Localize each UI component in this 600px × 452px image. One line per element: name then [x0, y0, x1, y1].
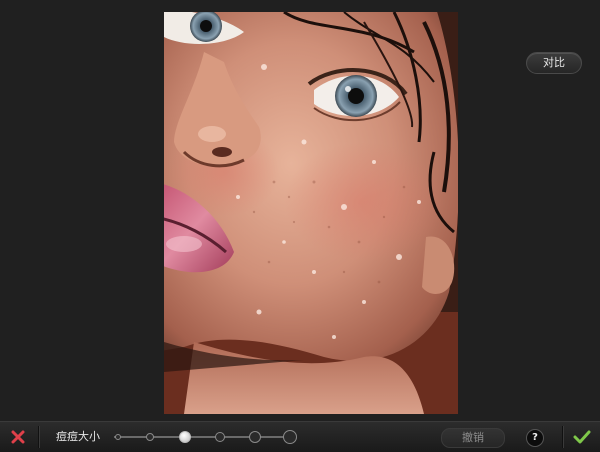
close-x-icon [11, 430, 25, 444]
brush-size-stop-2[interactable] [146, 433, 154, 441]
portrait-photo[interactable] [164, 12, 458, 414]
slider-track [114, 436, 294, 438]
blemish-size-label: 痘痘大小 [56, 430, 100, 443]
brush-size-stop-4[interactable] [215, 432, 225, 442]
bottom-toolbar: 痘痘大小 撤销 ? [0, 421, 600, 452]
compare-button[interactable]: 对比 [526, 52, 582, 74]
brush-size-stop-1[interactable] [115, 434, 121, 440]
brush-size-stop-3[interactable] [179, 431, 191, 443]
canvas-area: 对比 [0, 0, 600, 421]
help-button[interactable]: ? [526, 429, 544, 447]
checkmark-icon [573, 430, 591, 444]
blemish-editor-window: 对比 痘痘大小 撤销 ? [0, 0, 600, 452]
cancel-button[interactable] [0, 422, 36, 452]
brush-size-stop-6[interactable] [283, 430, 297, 444]
blemish-size-slider[interactable] [114, 428, 300, 446]
undo-button[interactable]: 撤销 [441, 428, 505, 448]
confirm-button[interactable] [564, 422, 600, 452]
toolbar-divider [562, 426, 563, 448]
toolbar-divider [38, 426, 39, 448]
brush-size-stop-5[interactable] [249, 431, 261, 443]
